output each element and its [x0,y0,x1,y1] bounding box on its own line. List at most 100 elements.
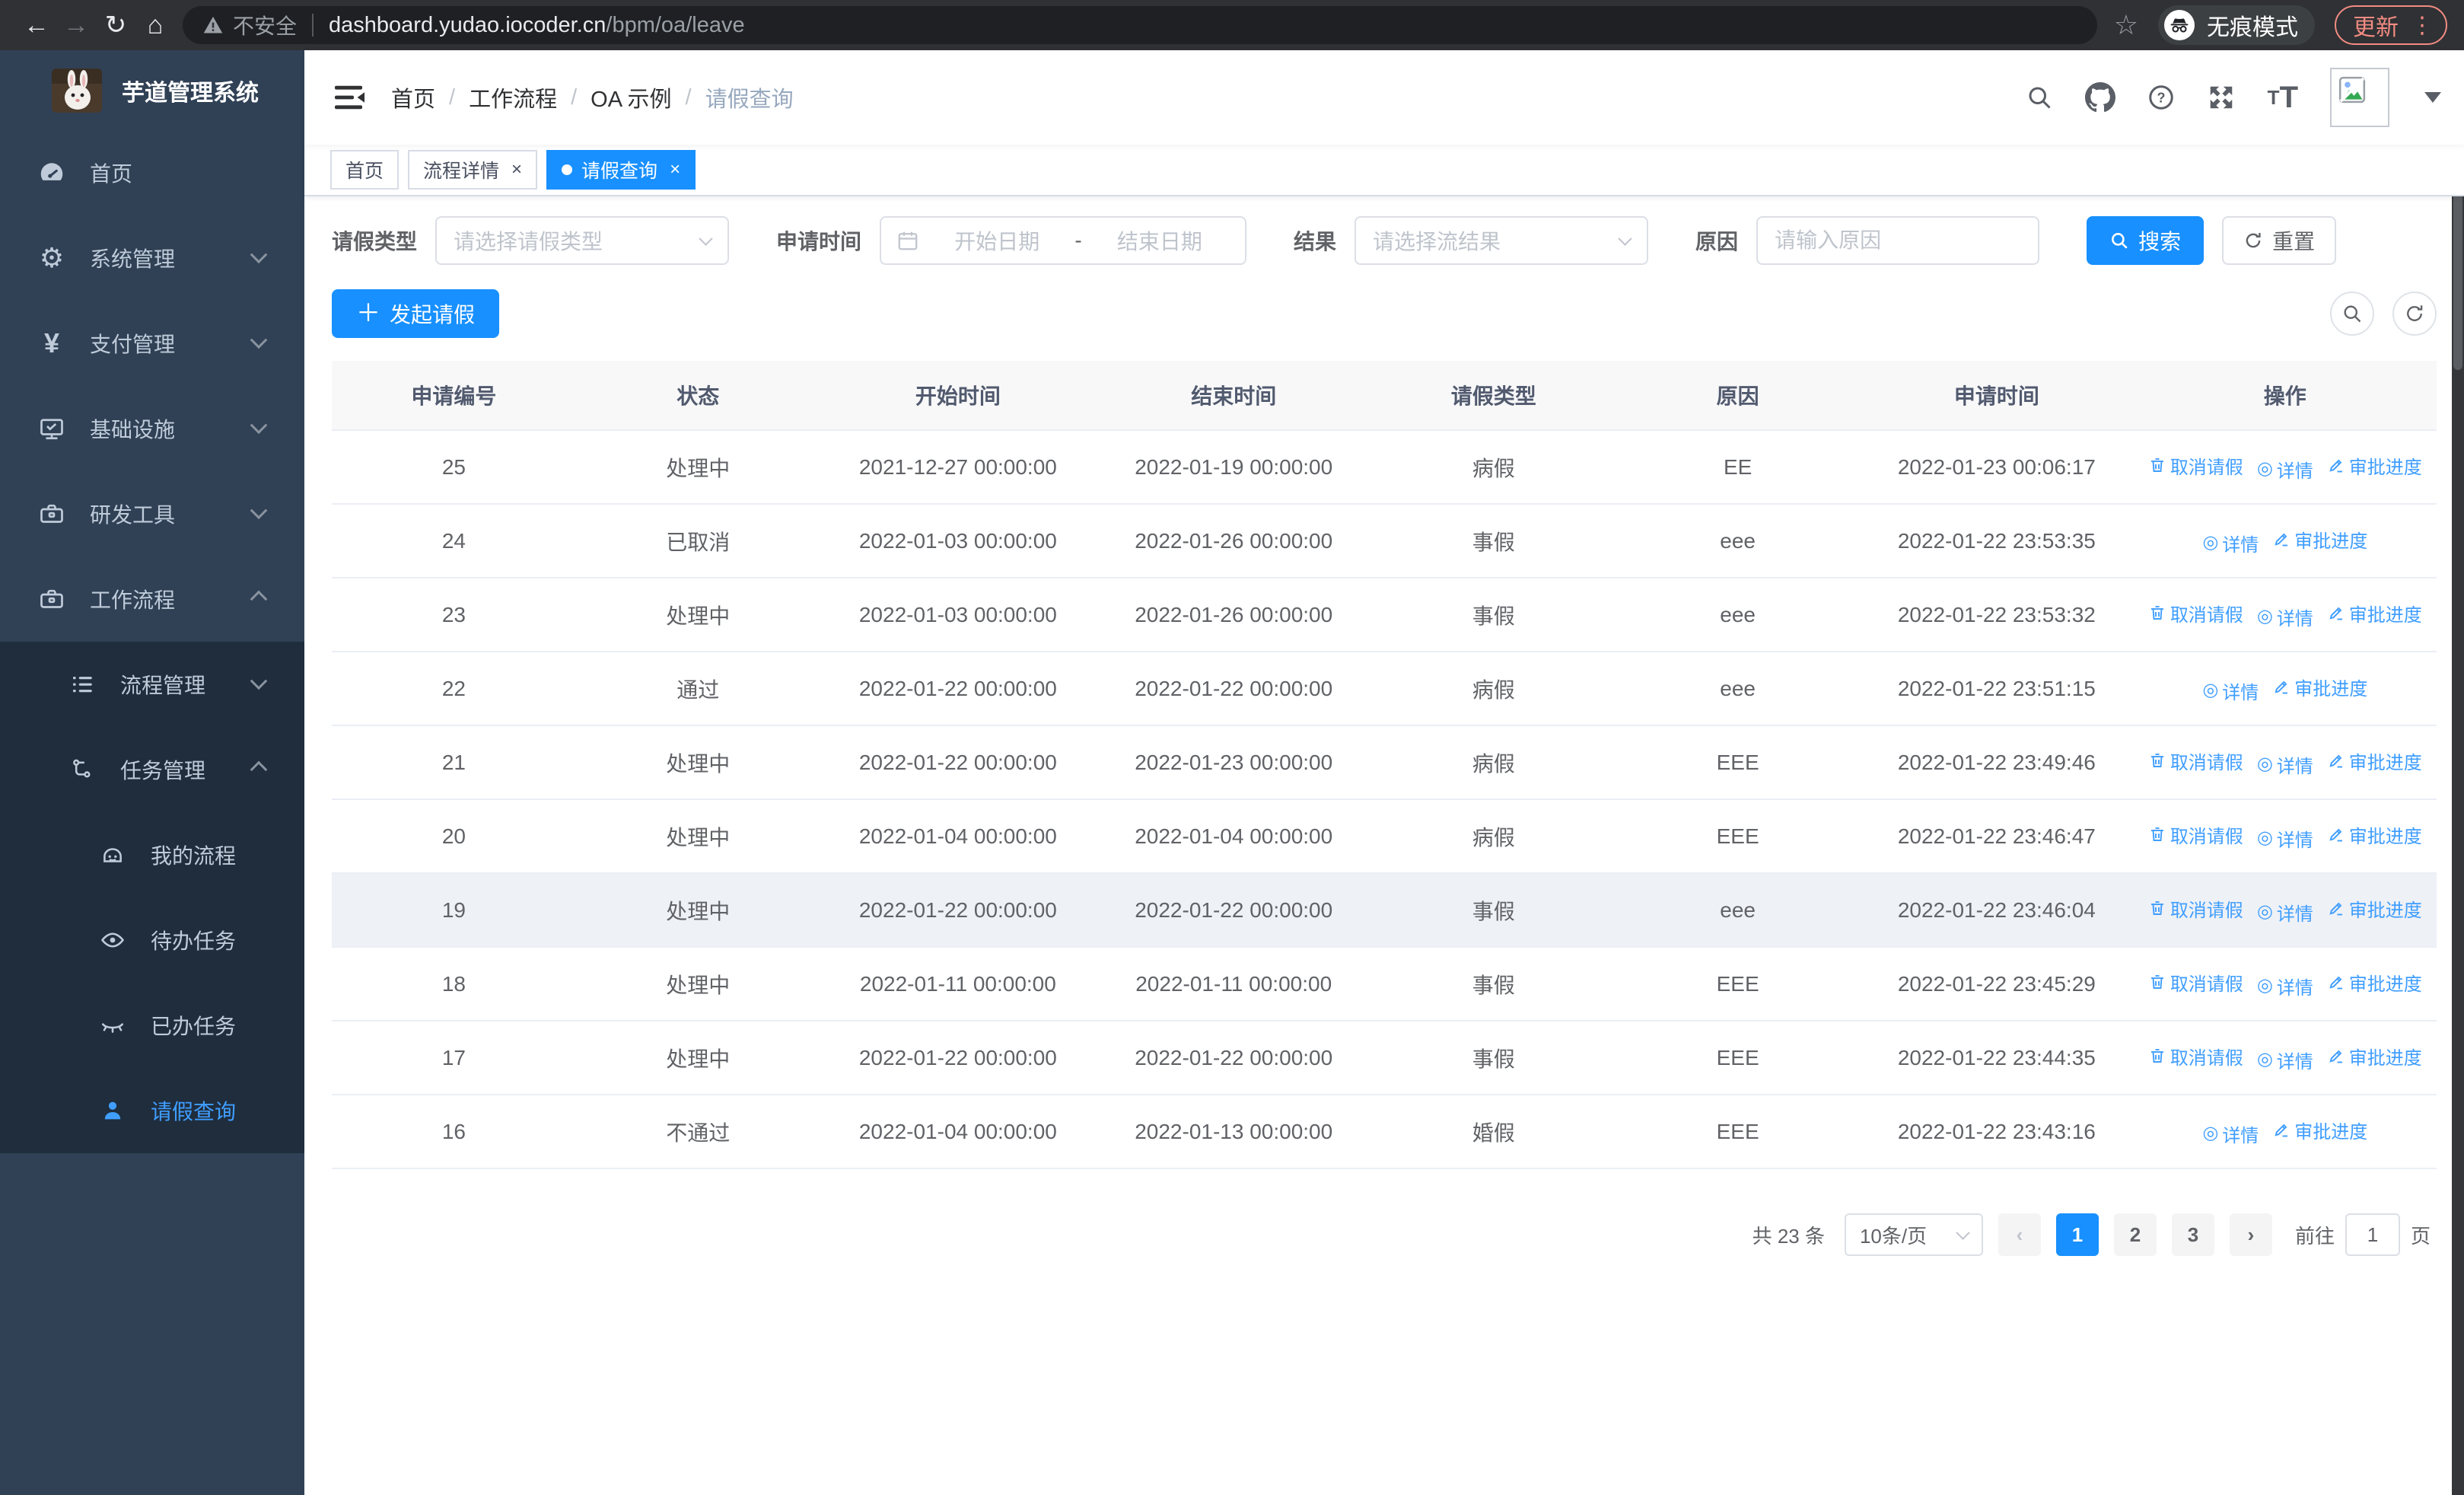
action-cancel-link[interactable]: 取消请假 [2148,969,2243,996]
action-progress-link[interactable]: 审批进度 [2327,452,2422,479]
breadcrumb-oa-example[interactable]: OA 示例 [591,81,671,113]
browser-forward-icon[interactable]: → [56,11,96,40]
cell-start: 2022-01-22 00:00:00 [858,750,1057,774]
cell-end: 2022-01-26 00:00:00 [1135,602,1333,626]
breadcrumb-home[interactable]: 首页 [391,81,435,113]
action-detail-link[interactable]: ◎ 详情 [2257,825,2313,852]
action-detail-link[interactable]: ◎ 详情 [2257,973,2313,999]
sidebar-item-infrastructure[interactable]: 基础设施 [0,386,304,471]
action-detail-link[interactable]: ◎ 详情 [2202,530,2259,556]
reset-button[interactable]: 重置 [2222,216,2337,265]
tab-leave-query[interactable]: 请假查询 × [546,150,696,190]
cell-reason: eee [1720,528,1756,553]
github-icon[interactable] [2084,82,2115,113]
action-progress-link[interactable]: 审批进度 [2327,1043,2422,1069]
sidebar-item-system-mgmt[interactable]: ⚙ 系统管理 [0,215,304,301]
sidebar-item-todo-tasks[interactable]: 待办任务 [0,897,304,983]
close-icon[interactable]: × [511,159,522,180]
sidebar-item-label: 任务管理 [120,759,206,783]
cell-actions: 取消请假 ◎ 详情 审批进度 [2134,452,2437,483]
browser-home-icon[interactable]: ⌂ [135,11,175,40]
browser-back-icon[interactable]: ← [17,11,56,40]
breadcrumb-workflow[interactable]: 工作流程 [469,81,557,113]
action-label: 取消请假 [2170,752,2243,773]
action-detail-link[interactable]: ◎ 详情 [2202,1120,2259,1147]
sidebar-item-payment-mgmt[interactable]: ¥ 支付管理 [0,301,304,386]
reason-input[interactable] [1756,216,2040,265]
sidebar-item-label: 研发工具 [90,503,176,527]
action-detail-link[interactable]: ◎ 详情 [2257,456,2313,483]
action-progress-link[interactable]: 审批进度 [2272,1117,2367,1143]
filter-reason: 原因 [1695,216,2040,265]
avatar-caret-icon[interactable] [2424,92,2441,103]
action-cancel-link[interactable]: 取消请假 [2148,895,2243,922]
search-button[interactable]: 搜索 [2087,216,2205,265]
action-progress-link[interactable]: 审批进度 [2272,526,2367,553]
result-select[interactable]: 请选择流结果 [1355,216,1649,265]
font-size-icon[interactable]: TT [2268,81,2298,115]
prev-page-button[interactable]: ‹ [1998,1213,2041,1256]
action-detail-link[interactable]: ◎ 详情 [2257,751,2313,778]
action-progress-link[interactable]: 审批进度 [2272,674,2367,700]
sidebar-item-process-mgmt[interactable]: 流程管理 [0,642,304,727]
page-button-2[interactable]: 2 [2113,1213,2157,1256]
refresh-table-button[interactable] [2392,292,2437,336]
not-secure-indicator[interactable]: 不安全 [202,10,297,40]
sidebar-item-leave-query[interactable]: 请假查询 [0,1068,304,1153]
sidebar-item-my-process[interactable]: 我的流程 [0,812,304,897]
action-cancel-link[interactable]: 取消请假 [2148,600,2243,626]
table-row: 23 处理中 2022-01-03 00:00:00 2022-01-26 00:00… [332,579,2437,652]
cell-end: 2022-01-04 00:00:00 [1135,824,1333,848]
action-progress-link[interactable]: 审批进度 [2327,600,2422,626]
hide-search-button[interactable] [2330,292,2374,336]
help-icon[interactable]: ? [2147,84,2175,111]
tab-home[interactable]: 首页 [330,150,400,190]
cell-type: 事假 [1472,1047,1515,1071]
goto-page-input[interactable] [2345,1213,2400,1256]
page-button-1[interactable]: 1 [2055,1213,2099,1256]
action-progress-link[interactable]: 审批进度 [2327,969,2422,996]
browser-scrollbar[interactable] [2452,50,2464,1495]
action-detail-link[interactable]: ◎ 详情 [2257,1047,2313,1073]
sidebar-item-dev-tools[interactable]: 研发工具 [0,471,304,556]
action-detail-link[interactable]: ◎ 详情 [2202,677,2259,704]
user-avatar[interactable] [2330,68,2389,127]
action-cancel-link[interactable]: 取消请假 [2148,452,2243,479]
sidebar-item-task-mgmt[interactable]: 任务管理 [0,727,304,812]
action-detail-link[interactable]: ◎ 详情 [2257,604,2313,630]
action-cancel-link[interactable]: 取消请假 [2148,748,2243,774]
next-page-button[interactable]: › [2229,1213,2272,1256]
action-label: 详情 [2276,608,2313,630]
cell-applied: 2022-01-22 23:44:35 [1897,1045,2096,1069]
tab-process-detail[interactable]: 流程详情 × [408,150,538,190]
sidebar-item-home[interactable]: 首页 [0,130,304,215]
table-toolbar: ＋ 发起请假 [332,289,2437,338]
fullscreen-icon[interactable] [2207,83,2236,112]
sidebar-collapse-icon[interactable] [330,79,367,116]
action-cancel-link[interactable]: 取消请假 [2148,821,2243,848]
sidebar-item-done-tasks[interactable]: 已办任务 [0,983,304,1068]
browser-reload-icon[interactable]: ↻ [96,10,135,40]
create-leave-button[interactable]: ＋ 发起请假 [332,289,500,338]
action-cancel-link[interactable]: 取消请假 [2148,1043,2243,1069]
workflow-submenu: 流程管理 任务管理 我的流程 待办任务 已办任务 请假查询 [0,642,304,1153]
date-range-picker[interactable]: 开始日期 - 结束日期 [880,216,1247,265]
bookmark-star-icon[interactable]: ☆ [2114,9,2138,41]
close-icon[interactable]: × [670,159,680,180]
search-icon[interactable] [2026,84,2053,111]
gear-icon: ⚙ [39,242,65,273]
browser-menu-icon[interactable]: ⋮ [2411,12,2434,39]
page-button-3[interactable]: 3 [2171,1213,2214,1256]
sidebar-item-workflow[interactable]: 工作流程 [0,556,304,642]
chrome-update-button[interactable]: 更新 ⋮ [2335,5,2447,45]
page-size-select[interactable]: 10条/页 [1844,1213,1983,1256]
action-label: 审批进度 [2348,752,2422,773]
action-progress-link[interactable]: 审批进度 [2327,895,2422,922]
leave-type-select[interactable]: 请选择请假类型 [435,216,730,265]
action-detail-link[interactable]: ◎ 详情 [2257,899,2313,926]
cell-applied: 2022-01-22 23:51:15 [1897,676,2096,700]
action-progress-link[interactable]: 审批进度 [2327,821,2422,848]
address-bar[interactable]: 不安全 dashboard.yudao.iocoder.cn/bpm/oa/le… [183,6,2097,44]
chevron-down-icon [1956,1225,1970,1240]
action-progress-link[interactable]: 审批进度 [2327,748,2422,774]
